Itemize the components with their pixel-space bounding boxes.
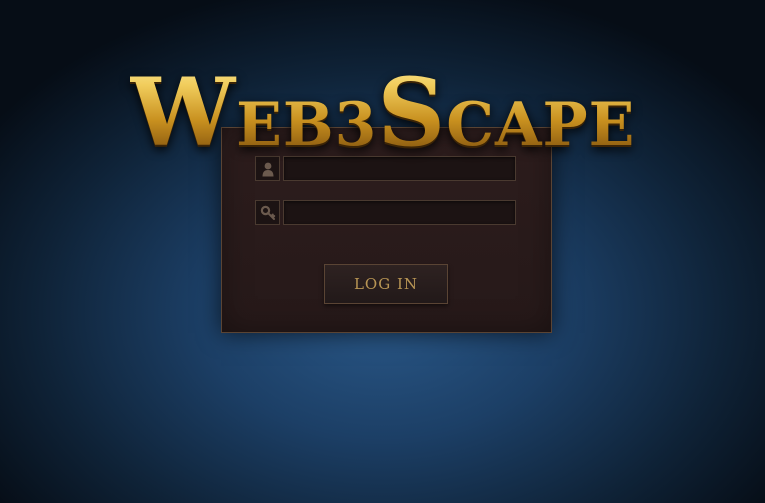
key-icon xyxy=(255,200,280,225)
username-input[interactable] xyxy=(283,156,516,181)
password-input[interactable] xyxy=(283,200,516,225)
user-silhouette-icon xyxy=(255,156,280,181)
login-panel: LOG IN xyxy=(221,127,552,333)
login-button[interactable]: LOG IN xyxy=(324,264,448,304)
